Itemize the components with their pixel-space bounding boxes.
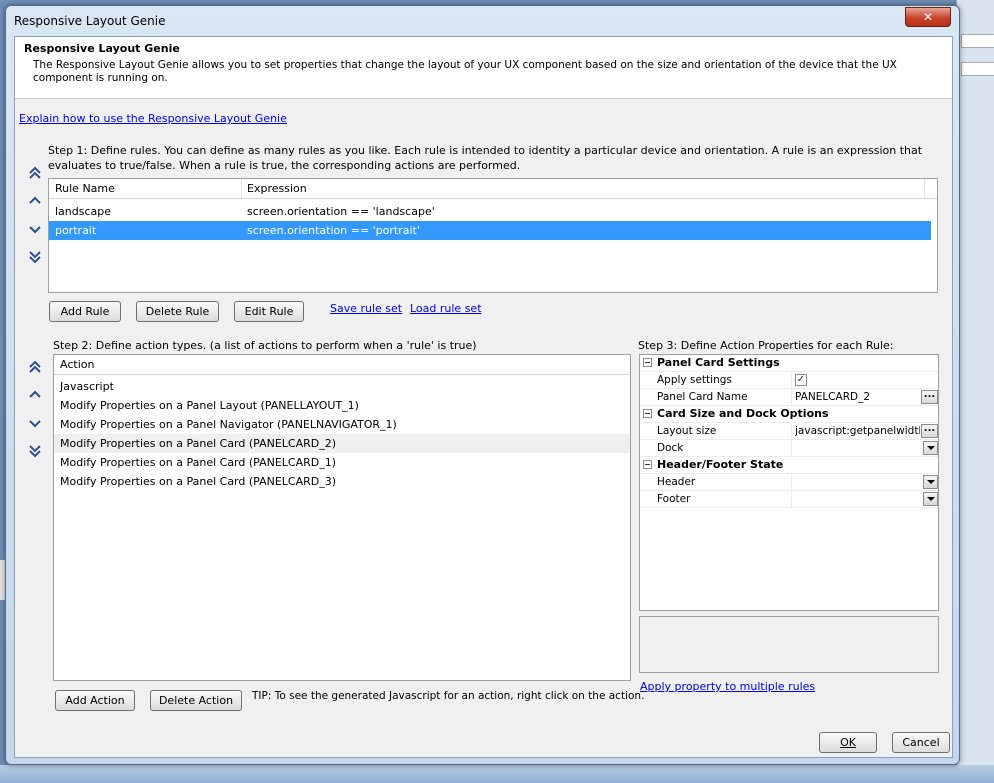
dialog-window: Responsive Layout Genie ✕ Responsive Lay… xyxy=(5,5,960,765)
ellipsis-icon: ... xyxy=(923,423,936,434)
taskbar xyxy=(0,765,994,783)
chevron-down-icon[interactable] xyxy=(923,441,938,455)
action-label: Modify Properties on a Panel Card (PANEL… xyxy=(60,437,337,450)
column-action[interactable]: Action xyxy=(60,358,94,371)
move-top-icon[interactable] xyxy=(27,359,43,375)
move-down-icon[interactable] xyxy=(27,221,43,237)
delete-rule-button[interactable]: Delete Rule xyxy=(136,301,219,322)
close-button[interactable]: ✕ xyxy=(905,7,951,27)
prop-dock: Dock xyxy=(640,440,938,457)
rules-list-header: Rule Name Expression xyxy=(49,179,937,199)
action-label: Javascript xyxy=(60,380,114,393)
column-rule-name[interactable]: Rule Name xyxy=(55,182,115,195)
action-row[interactable]: Modify Properties on a Panel Layout (PAN… xyxy=(54,396,630,415)
property-description-box xyxy=(639,616,939,673)
ellipsis-button[interactable]: ... xyxy=(921,390,938,404)
window-title: Responsive Layout Genie xyxy=(14,14,166,28)
collapse-icon[interactable] xyxy=(643,358,652,367)
rule-row-landscape[interactable]: landscape screen.orientation == 'landsca… xyxy=(49,202,937,221)
column-expression[interactable]: Expression xyxy=(247,182,307,195)
tip-text: TIP: To see the generated Javascript for… xyxy=(252,690,645,702)
ellipsis-icon: ... xyxy=(923,389,936,400)
move-bottom-icon[interactable] xyxy=(27,249,43,265)
cancel-label: Cancel xyxy=(902,736,940,749)
header-panel: Responsive Layout Genie The Responsive L… xyxy=(15,37,952,99)
title-bar: Responsive Layout Genie ✕ xyxy=(6,6,959,36)
action-label: Modify Properties on a Panel Layout (PAN… xyxy=(60,399,359,412)
cancel-button[interactable]: Cancel xyxy=(892,732,950,753)
action-label: Modify Properties on a Panel Navigator (… xyxy=(60,418,397,431)
action-label: Modify Properties on a Panel Card (PANEL… xyxy=(60,456,337,469)
add-rule-button[interactable]: Add Rule xyxy=(49,301,121,322)
rule-name: portrait xyxy=(55,224,97,237)
action-row-current[interactable]: Modify Properties on a Panel Card (PANEL… xyxy=(54,434,630,453)
rule-name: landscape xyxy=(55,205,112,218)
category-card-size-dock[interactable]: Card Size and Dock Options xyxy=(640,406,938,423)
move-up-icon[interactable] xyxy=(27,387,43,403)
apply-property-link[interactable]: Apply property to multiple rules xyxy=(640,680,815,693)
move-up-icon[interactable] xyxy=(27,193,43,209)
prop-header: Header xyxy=(640,474,938,491)
save-rule-set-link[interactable]: Save rule set xyxy=(330,302,402,315)
prop-layout-size: Layout size javascript:getpanelwidth(sc … xyxy=(640,423,938,440)
ok-button[interactable]: OK xyxy=(819,732,877,753)
action-move-controls xyxy=(27,359,43,459)
move-top-icon[interactable] xyxy=(27,165,43,181)
layout-size-value[interactable]: javascript:getpanelwidth(sc xyxy=(795,425,920,437)
prop-apply-settings: Apply settings ✓ xyxy=(640,372,938,389)
apply-settings-checkbox[interactable]: ✓ xyxy=(795,374,807,386)
action-row[interactable]: Modify Properties on a Panel Card (PANEL… xyxy=(54,472,630,491)
prop-footer: Footer xyxy=(640,491,938,508)
rule-expression: screen.orientation == 'landscape' xyxy=(247,205,435,218)
action-row[interactable]: Modify Properties on a Panel Navigator (… xyxy=(54,415,630,434)
chevron-down-icon[interactable] xyxy=(923,475,938,489)
move-bottom-icon[interactable] xyxy=(27,443,43,459)
header-description: The Responsive Layout Genie allows you t… xyxy=(33,59,897,84)
background-window-edge xyxy=(956,0,994,783)
rule-expression: screen.orientation == 'portrait' xyxy=(247,224,420,237)
prop-panel-card-name: Panel Card Name PANELCARD_2 ... xyxy=(640,389,938,406)
step3-text: Step 3: Define Action Properties for eac… xyxy=(638,339,894,352)
close-icon: ✕ xyxy=(922,10,934,24)
panel-card-name-value[interactable]: PANELCARD_2 xyxy=(795,391,918,403)
dialog-client-area: Responsive Layout Genie The Responsive L… xyxy=(14,36,953,758)
rules-list[interactable]: Rule Name Expression landscape screen.or… xyxy=(48,178,938,293)
rule-move-controls xyxy=(27,165,43,265)
check-icon: ✓ xyxy=(796,374,806,385)
category-panel-card-settings[interactable]: Panel Card Settings xyxy=(640,355,938,372)
action-row[interactable]: Javascript xyxy=(54,377,630,396)
collapse-icon[interactable] xyxy=(643,409,652,418)
actions-list-header: Action xyxy=(54,355,630,375)
collapse-icon[interactable] xyxy=(643,460,652,469)
action-label: Modify Properties on a Panel Card (PANEL… xyxy=(60,475,337,488)
action-row[interactable]: Modify Properties on a Panel Card (PANEL… xyxy=(54,453,630,472)
ellipsis-button[interactable]: ... xyxy=(921,424,938,438)
ok-label: OK xyxy=(840,736,856,749)
category-header-footer[interactable]: Header/Footer State xyxy=(640,457,938,474)
explain-link[interactable]: Explain how to use the Responsive Layout… xyxy=(19,112,287,125)
delete-action-button[interactable]: Delete Action xyxy=(150,690,242,711)
header-title: Responsive Layout Genie xyxy=(24,42,180,55)
property-grid: Panel Card Settings Apply settings ✓ Pan… xyxy=(639,354,939,611)
step2-text: Step 2: Define action types. (a list of … xyxy=(53,339,477,352)
step1-text: Step 1: Define rules. You can define as … xyxy=(48,144,923,172)
move-down-icon[interactable] xyxy=(27,415,43,431)
actions-list[interactable]: Action Javascript Modify Properties on a… xyxy=(53,354,631,681)
rule-row-portrait[interactable]: portrait screen.orientation == 'portrait… xyxy=(49,221,931,240)
load-rule-set-link[interactable]: Load rule set xyxy=(410,302,482,315)
edit-rule-button[interactable]: Edit Rule xyxy=(234,301,304,322)
add-action-button[interactable]: Add Action xyxy=(55,690,135,711)
chevron-down-icon[interactable] xyxy=(923,492,938,506)
